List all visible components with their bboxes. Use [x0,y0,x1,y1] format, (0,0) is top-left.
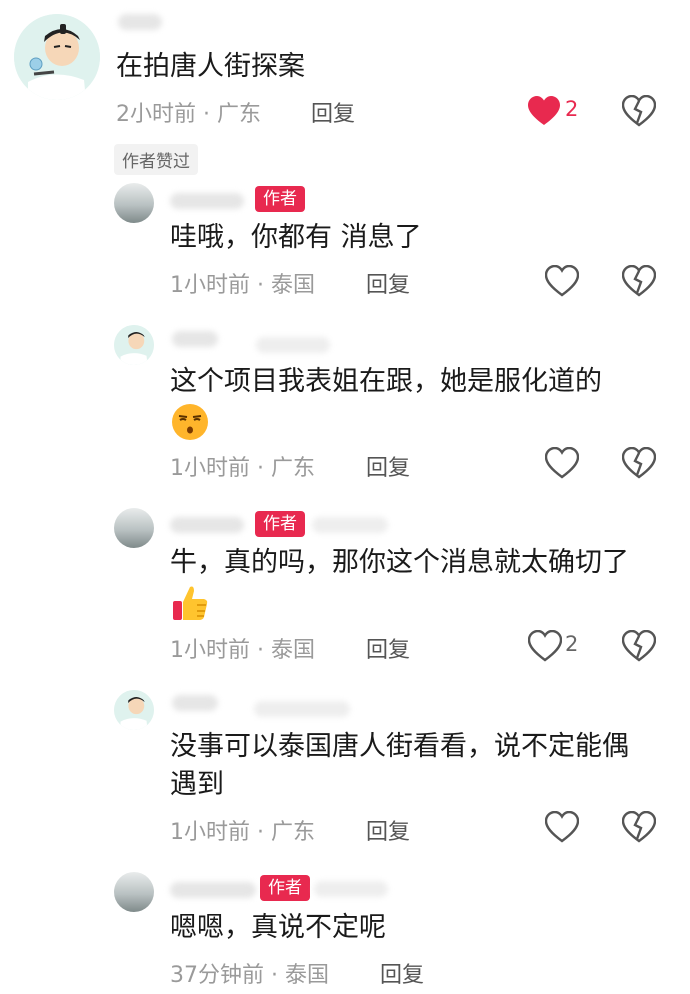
separator: · [257,638,264,663]
timestamp: 1小时前 [170,456,250,481]
location: 广东 [271,820,316,845]
username-blurred [170,193,244,209]
author-liked-badge: 作者赞过 [114,144,198,175]
like-heart-icon[interactable] [545,811,579,843]
location: 泰国 [271,638,316,663]
like-heart-icon[interactable] [527,95,561,127]
like-heart-icon[interactable] [545,265,579,297]
reply-button[interactable]: 回复 [311,96,355,128]
separator: · [257,273,264,298]
reply-text: 嗯嗯，真说不定呢 [170,912,386,943]
like-heart-icon[interactable] [528,630,562,662]
location: 泰国 [271,273,316,298]
reply-meta: 1小时前 · 广东 [170,450,315,482]
reply-text-line1: 没事可以泰国唐人街看看，说不定能偶 [170,731,629,762]
location: 泰国 [285,963,330,988]
commenter-avatar[interactable] [14,14,100,100]
username-blurred [312,517,388,533]
reply-avatar[interactable] [114,183,154,223]
like-count: 2 [565,97,579,121]
reply-meta: 1小时前 · 广东 [170,814,315,846]
reply-button[interactable]: 回复 [366,632,410,664]
timestamp: 1小时前 [170,638,250,663]
location: 广东 [217,102,262,127]
emoji-thumbs-up-icon [173,586,208,620]
dislike-broken-heart-icon[interactable] [622,265,656,297]
username-blurred [172,331,218,347]
reply-button[interactable]: 回复 [366,450,410,482]
username-blurred [170,882,256,898]
dislike-broken-heart-icon[interactable] [622,811,656,843]
top-comment-meta: 2小时前 · 广东 [116,96,261,128]
dislike-broken-heart-icon[interactable] [622,447,656,479]
timestamp: 37分钟前 [170,963,264,988]
dislike-broken-heart-icon[interactable] [622,95,656,127]
emoji-smug-icon [172,404,208,440]
reply-button[interactable]: 回复 [380,957,424,989]
username-blurred [254,701,350,717]
username-blurred [170,517,244,533]
reply-button[interactable]: 回复 [366,267,410,299]
reply-meta: 37分钟前 · 泰国 [170,957,329,989]
separator: · [257,456,264,481]
like-heart-icon[interactable] [545,447,579,479]
reply-avatar[interactable] [114,872,154,912]
author-badge: 作者 [260,875,310,901]
reply-avatar[interactable] [114,325,154,365]
reply-meta: 1小时前 · 泰国 [170,267,315,299]
top-comment-text: 在拍唐人街探案 [116,51,305,82]
location: 广东 [271,456,316,481]
username-blurred [118,14,162,30]
username-blurred [256,337,330,353]
separator: · [271,963,278,988]
reply-text-line2: 遇到 [170,769,224,800]
username-blurred [314,881,388,897]
reply-text: 哇哦，你都有 消息了 [170,222,422,253]
reply-button[interactable]: 回复 [366,814,410,846]
author-badge: 作者 [255,186,305,212]
username-blurred [172,695,218,711]
like-count: 2 [565,632,579,656]
author-badge: 作者 [255,511,305,537]
reply-avatar[interactable] [114,690,154,730]
reply-meta: 1小时前 · 泰国 [170,632,315,664]
dislike-broken-heart-icon[interactable] [622,630,656,662]
reply-text: 牛，真的吗，那你这个消息就太确切了 [170,547,629,578]
timestamp: 1小时前 [170,273,250,298]
reply-text: 这个项目我表姐在跟，她是服化道的 [170,366,602,397]
separator: · [203,102,210,127]
timestamp: 2小时前 [116,102,196,127]
reply-avatar[interactable] [114,508,154,548]
timestamp: 1小时前 [170,820,250,845]
separator: · [257,820,264,845]
